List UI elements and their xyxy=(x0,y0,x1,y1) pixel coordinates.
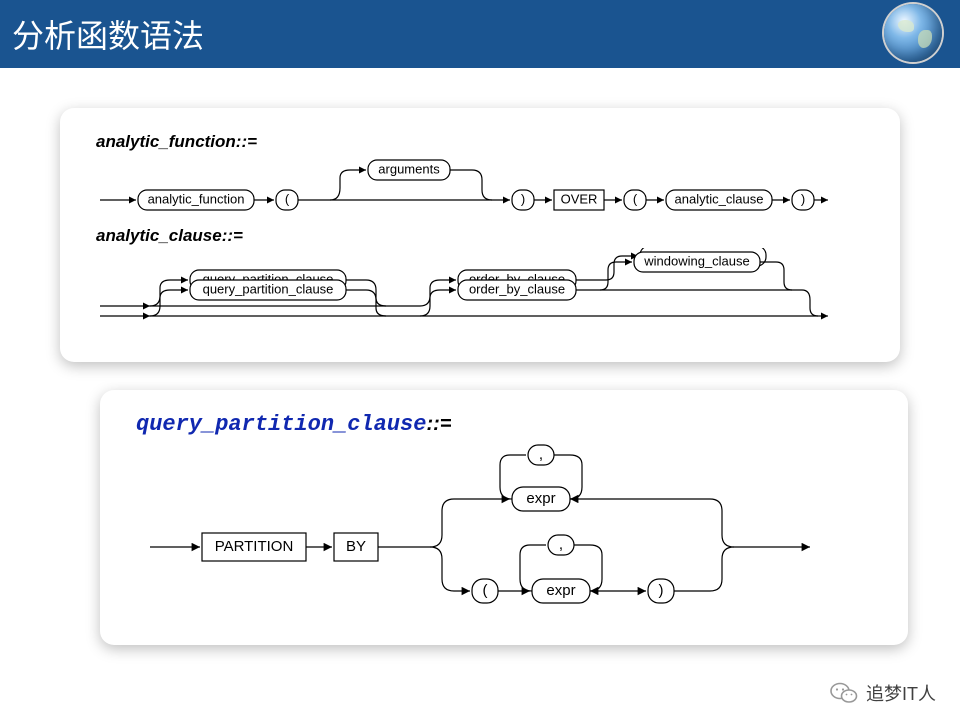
node-arguments: arguments xyxy=(378,161,440,176)
globe-icon xyxy=(884,4,942,62)
syntax-card-2: query_partition_clause::= PARTITION BY xyxy=(100,390,908,645)
footer-text: 追梦IT人 xyxy=(866,680,936,706)
node-qpc: query_partition_clause xyxy=(203,281,334,296)
node-lparen1: ( xyxy=(285,191,290,206)
node-expr2: expr xyxy=(546,582,575,599)
slide-header: 分析函数语法 xyxy=(0,0,960,68)
node-rparen: ) xyxy=(659,582,664,599)
node-over: OVER xyxy=(561,191,598,206)
node-rparen1: ) xyxy=(521,191,525,206)
diagram-query-partition-clause: PARTITION BY expr , xyxy=(130,437,882,617)
node-by: BY xyxy=(346,538,366,555)
rule-name-analytic-clause: analytic_clause::= xyxy=(96,226,874,246)
rule-name-analytic-function: analytic_function::= xyxy=(96,132,874,152)
diagram-analytic-function: analytic_function ( arguments ) xyxy=(90,154,874,220)
node-partition: PARTITION xyxy=(215,538,294,555)
syntax-card-1: analytic_function::= analytic_function ( xyxy=(60,108,900,362)
node-analytic-function: analytic_function xyxy=(148,191,245,206)
node-lparen: ( xyxy=(483,582,488,599)
node-comma2: , xyxy=(559,536,563,553)
rule-name-query-partition-clause: query_partition_clause::= xyxy=(136,412,882,437)
node-expr1: expr xyxy=(526,490,555,507)
slide-title: 分析函数语法 xyxy=(12,11,204,57)
wechat-icon xyxy=(830,681,858,705)
footer-watermark: 追梦IT人 xyxy=(830,680,936,706)
node-analytic-clause: analytic_clause xyxy=(675,191,764,206)
node-rparen2: ) xyxy=(801,191,805,206)
node-wc: windowing_clause xyxy=(643,253,750,268)
node-obc: order_by_clause xyxy=(469,281,565,296)
node-comma1: , xyxy=(539,446,543,463)
node-lparen2: ( xyxy=(633,191,638,206)
diagram-analytic-clause: query_partition_clause order_by_clause xyxy=(90,248,874,334)
content-area: analytic_function::= analytic_function ( xyxy=(0,68,960,645)
